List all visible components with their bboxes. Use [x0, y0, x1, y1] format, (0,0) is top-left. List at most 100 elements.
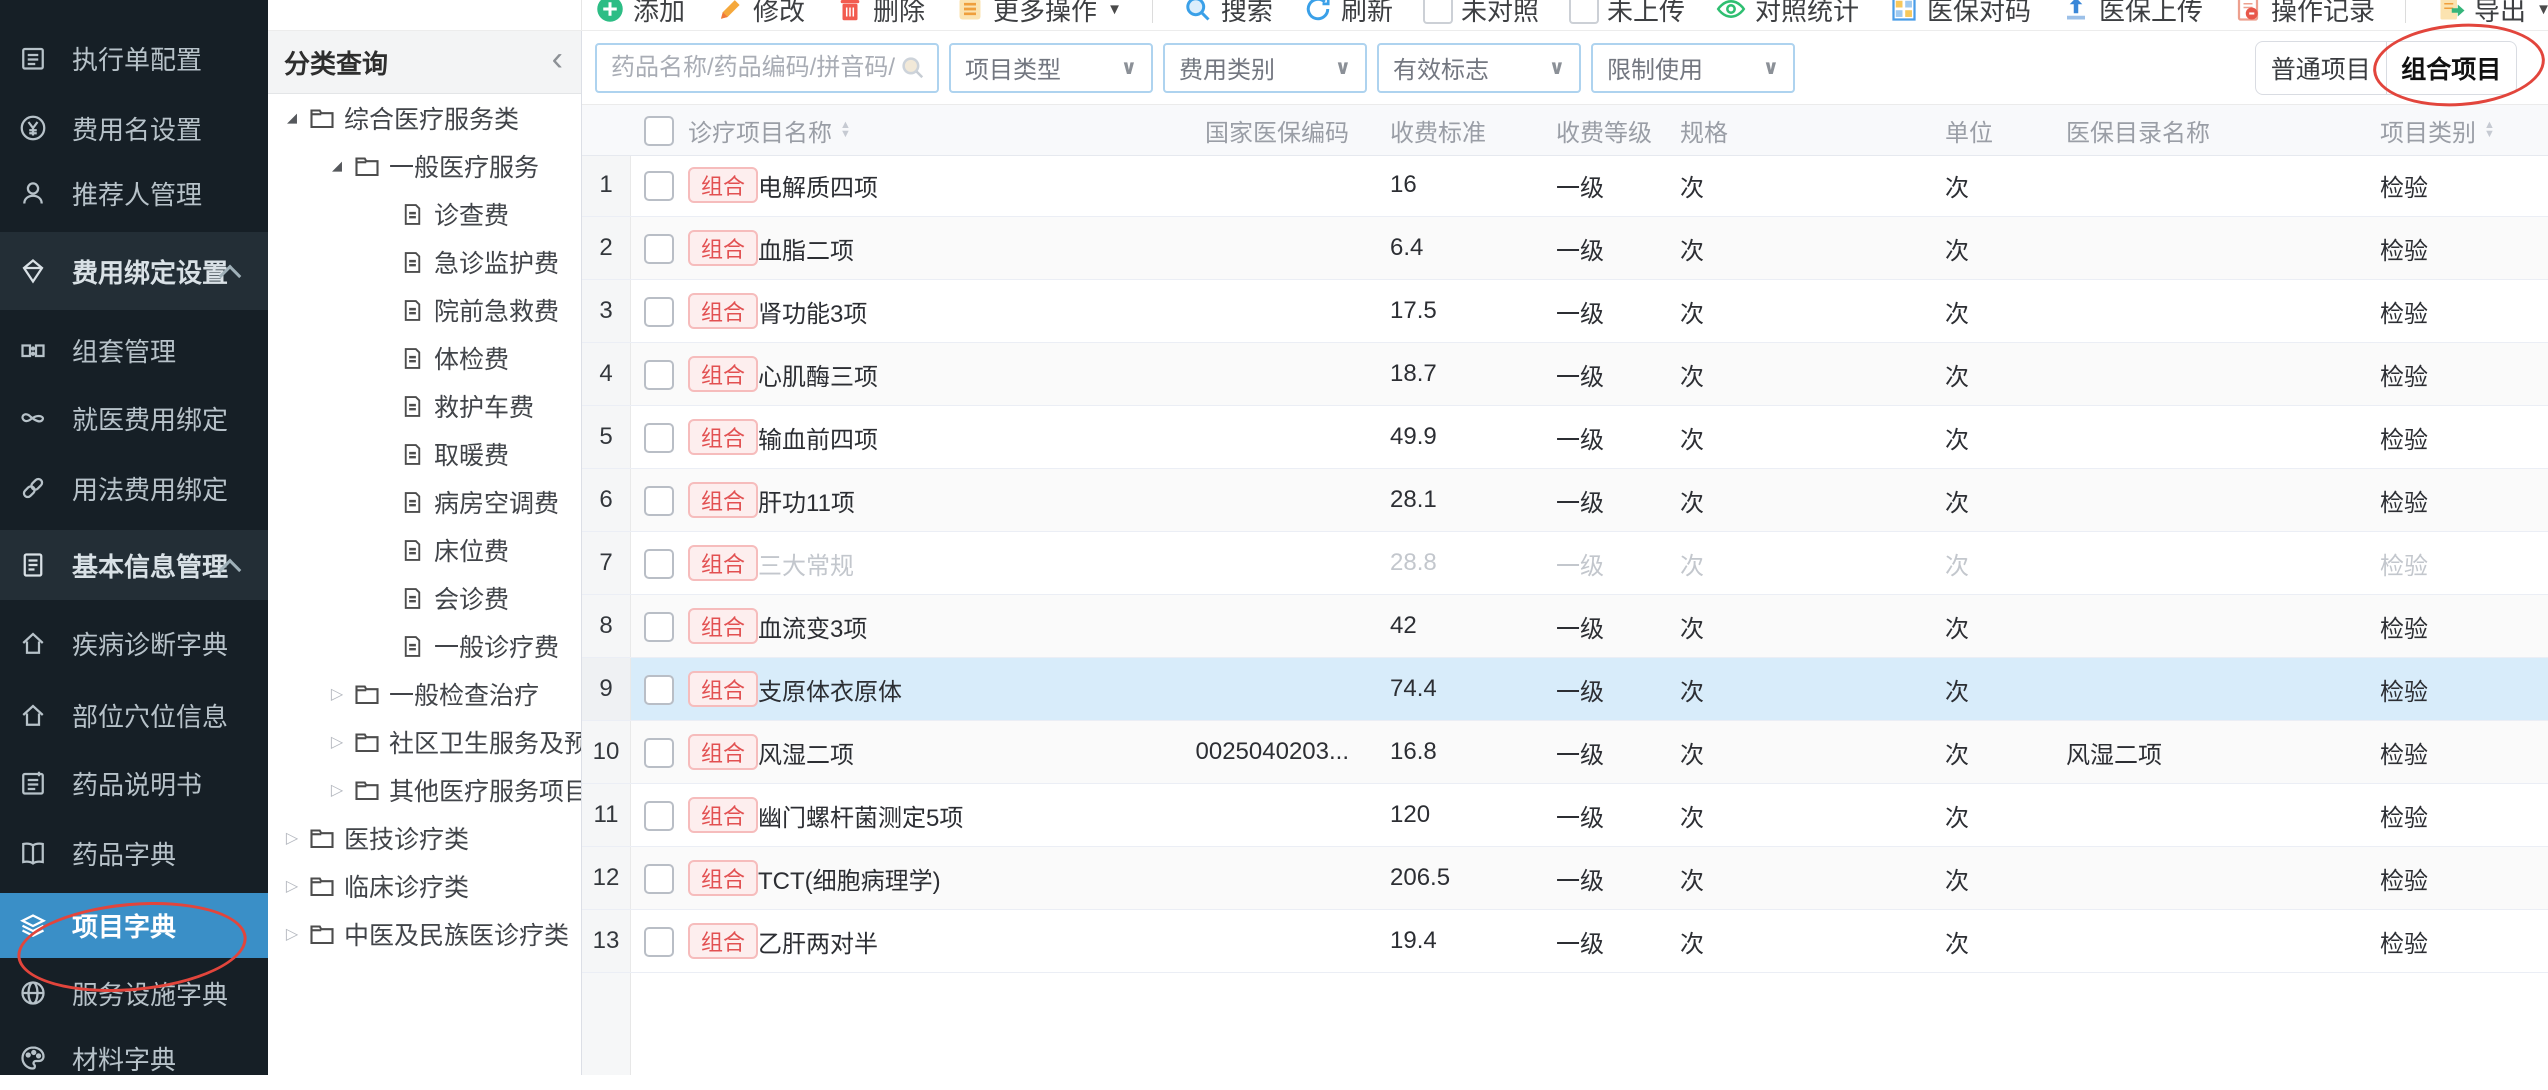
row-checkbox[interactable] — [644, 486, 674, 516]
checkbox-未对照[interactable] — [1423, 0, 1453, 24]
toolbar-button-医保对码[interactable]: 医保对码 — [1889, 0, 2031, 28]
table-row[interactable]: 3 组合 肾功能3项 17.5 一级 次 次 检验 — [582, 280, 2548, 343]
table-row[interactable]: 7 组合 三大常规 28.8 一级 次 次 检验 — [582, 532, 2548, 595]
toolbar-button-导出[interactable]: 导出 ▼ — [2436, 0, 2548, 28]
cell-unit: 次 — [1945, 910, 2055, 972]
search-input[interactable] — [609, 53, 899, 83]
cell-spec: 次 — [1680, 595, 1900, 657]
tree-node[interactable]: ▷ 救护车费 — [268, 382, 581, 430]
tree-expand-icon[interactable]: ▷ — [325, 780, 349, 800]
sidebar-item-费用绑定设置[interactable]: 费用绑定设置 — [0, 232, 268, 310]
row-checkbox[interactable] — [644, 864, 674, 894]
toolbar-button-对照统计[interactable]: 对照统计 — [1715, 0, 1859, 28]
row-checkbox[interactable] — [644, 738, 674, 768]
toolbar-button-医保上传[interactable]: 医保上传 — [2061, 0, 2203, 28]
toolbar-button-未对照[interactable]: 未对照 — [1423, 0, 1539, 28]
tree-node[interactable]: ◢ 一般医疗服务 — [268, 142, 581, 190]
filter-select-限制使用[interactable]: 限制使用∨ — [1591, 43, 1795, 93]
toolbar-button-添加[interactable]: 添加 — [595, 0, 685, 28]
table-row[interactable]: 13 组合 乙肝两对半 19.4 一级 次 次 检验 — [582, 910, 2548, 973]
toolbar-button-未上传[interactable]: 未上传 — [1569, 0, 1685, 28]
tree-node[interactable]: ▷ 取暖费 — [268, 430, 581, 478]
sidebar-item-推荐人管理[interactable]: 推荐人管理 — [0, 161, 268, 225]
toolbar-button-更多操作[interactable]: 更多操作 ▼ — [955, 0, 1122, 28]
sort-icon[interactable]: ▲▼ — [840, 121, 851, 139]
tree-node[interactable]: ▷ 会诊费 — [268, 574, 581, 622]
row-number: 9 — [582, 658, 631, 720]
toolbar-button-修改[interactable]: 修改 — [715, 0, 805, 28]
table-row[interactable]: 2 组合 血脂二项 6.4 一级 次 次 检验 — [582, 217, 2548, 280]
tab-普通项目[interactable]: 普通项目 — [2256, 42, 2386, 94]
sidebar-item-费用名设置[interactable]: 费用名设置 — [0, 96, 268, 160]
row-checkbox[interactable] — [644, 612, 674, 642]
tree-expand-icon[interactable]: ▷ — [325, 684, 349, 704]
table-row[interactable]: 8 组合 血流变3项 42 一级 次 次 检验 — [582, 595, 2548, 658]
tab-组合项目[interactable]: 组合项目 — [2386, 42, 2517, 94]
sort-icon[interactable]: ▲▼ — [2484, 121, 2495, 139]
tree-node[interactable]: ▷ 一般检查治疗 — [268, 670, 581, 718]
tree-node[interactable]: ▷ 医技诊疗类 — [268, 814, 581, 862]
tree-node[interactable]: ▷ 病房空调费 — [268, 478, 581, 526]
column-header-项目类别[interactable]: 项目类别▲▼ — [2380, 105, 2495, 155]
table-row[interactable]: 12 组合 TCT(细胞病理学) 206.5 一级 次 次 检验 — [582, 847, 2548, 910]
tree-node[interactable]: ▷ 社区卫生服务及预防 — [268, 718, 581, 766]
tree-expand-icon[interactable]: ▷ — [280, 876, 304, 896]
table-row[interactable]: 9 组合 支原体衣原体 74.4 一级 次 次 检验 — [582, 658, 2548, 721]
sidebar-item-组套管理[interactable]: 组套管理 — [0, 318, 268, 382]
select-all-checkbox[interactable] — [644, 116, 674, 146]
tree-expand-icon[interactable]: ◢ — [325, 158, 349, 174]
tree-node[interactable]: ▷ 其他医疗服务项目 — [268, 766, 581, 814]
filter-select-项目类型[interactable]: 项目类型∨ — [949, 43, 1153, 93]
table-row[interactable]: 1 组合 电解质四项 16 一级 次 次 检验 — [582, 154, 2548, 217]
sidebar-item-药品说明书[interactable]: 药品说明书 — [0, 751, 268, 815]
tree-node[interactable]: ◢ 综合医疗服务类 — [268, 94, 581, 142]
toolbar-button-搜索[interactable]: 搜索 — [1183, 0, 1273, 28]
row-checkbox[interactable] — [644, 360, 674, 390]
tree-node[interactable]: ▷ 中医及民族医诊疗类 — [268, 910, 581, 958]
column-header-诊疗项目名称[interactable]: 诊疗项目名称▲▼ — [688, 105, 851, 155]
row-checkbox[interactable] — [644, 927, 674, 957]
sidebar-item-疾病诊断字典[interactable]: 疾病诊断字典 — [0, 611, 268, 675]
tree-expand-icon[interactable]: ◢ — [280, 110, 304, 126]
filter-select-有效标志[interactable]: 有效标志∨ — [1377, 43, 1581, 93]
search-icon[interactable] — [899, 54, 927, 82]
tree-node[interactable]: ▷ 一般诊疗费 — [268, 622, 581, 670]
sidebar-item-用法费用绑定[interactable]: 用法费用绑定 — [0, 456, 268, 520]
sidebar-item-项目字典[interactable]: 项目字典 — [0, 893, 268, 958]
table-row[interactable]: 11 组合 幽门螺杆菌测定5项 120 一级 次 次 检验 — [582, 784, 2548, 847]
checkbox-未上传[interactable] — [1569, 0, 1599, 24]
filter-select-费用类别[interactable]: 费用类别∨ — [1163, 43, 1367, 93]
search-box[interactable] — [595, 43, 939, 93]
tree-node[interactable]: ▷ 院前急救费 — [268, 286, 581, 334]
collapse-panel-icon[interactable]: ‹ — [552, 42, 563, 76]
tree-node[interactable]: ▷ 诊查费 — [268, 190, 581, 238]
row-checkbox[interactable] — [644, 234, 674, 264]
sidebar-item-部位穴位信息[interactable]: 部位穴位信息 — [0, 683, 268, 747]
sidebar-item-执行单配置[interactable]: 执行单配置 — [0, 26, 268, 90]
table-row[interactable]: 4 组合 心肌酶三项 18.7 一级 次 次 检验 — [582, 343, 2548, 406]
tree-node[interactable]: ▷ 体检费 — [268, 334, 581, 382]
tree-expand-icon[interactable]: ▷ — [325, 732, 349, 752]
sidebar-item-药品字典[interactable]: 药品字典 — [0, 821, 268, 885]
sidebar-item-材料字典[interactable]: 材料字典 — [0, 1026, 268, 1090]
sidebar-item-服务设施字典[interactable]: 服务设施字典 — [0, 961, 268, 1025]
table-row[interactable]: 6 组合 肝功11项 28.1 一级 次 次 检验 — [582, 469, 2548, 532]
sidebar-item-就医费用绑定[interactable]: 就医费用绑定 — [0, 386, 268, 450]
tree-expand-icon[interactable]: ▷ — [280, 828, 304, 848]
row-checkbox[interactable] — [644, 423, 674, 453]
tree-node[interactable]: ▷ 临床诊疗类 — [268, 862, 581, 910]
table-row[interactable]: 5 组合 输血前四项 49.9 一级 次 次 检验 — [582, 406, 2548, 469]
row-checkbox[interactable] — [644, 675, 674, 705]
tree-node[interactable]: ▷ 床位费 — [268, 526, 581, 574]
toolbar-button-刷新[interactable]: 刷新 — [1303, 0, 1393, 28]
row-checkbox[interactable] — [644, 801, 674, 831]
sidebar-item-基本信息管理[interactable]: 基本信息管理 — [0, 530, 268, 600]
tree-node[interactable]: ▷ 急诊监护费 — [268, 238, 581, 286]
row-checkbox[interactable] — [644, 297, 674, 327]
row-checkbox[interactable] — [644, 171, 674, 201]
row-checkbox[interactable] — [644, 549, 674, 579]
tree-expand-icon[interactable]: ▷ — [280, 924, 304, 944]
toolbar-button-删除[interactable]: 删除 — [835, 0, 925, 28]
table-row[interactable]: 10 组合 风湿二项 0025040203... 16.8 一级 次 次 风湿二… — [582, 721, 2548, 784]
toolbar-button-操作记录[interactable]: 操作记录 — [2233, 0, 2375, 28]
